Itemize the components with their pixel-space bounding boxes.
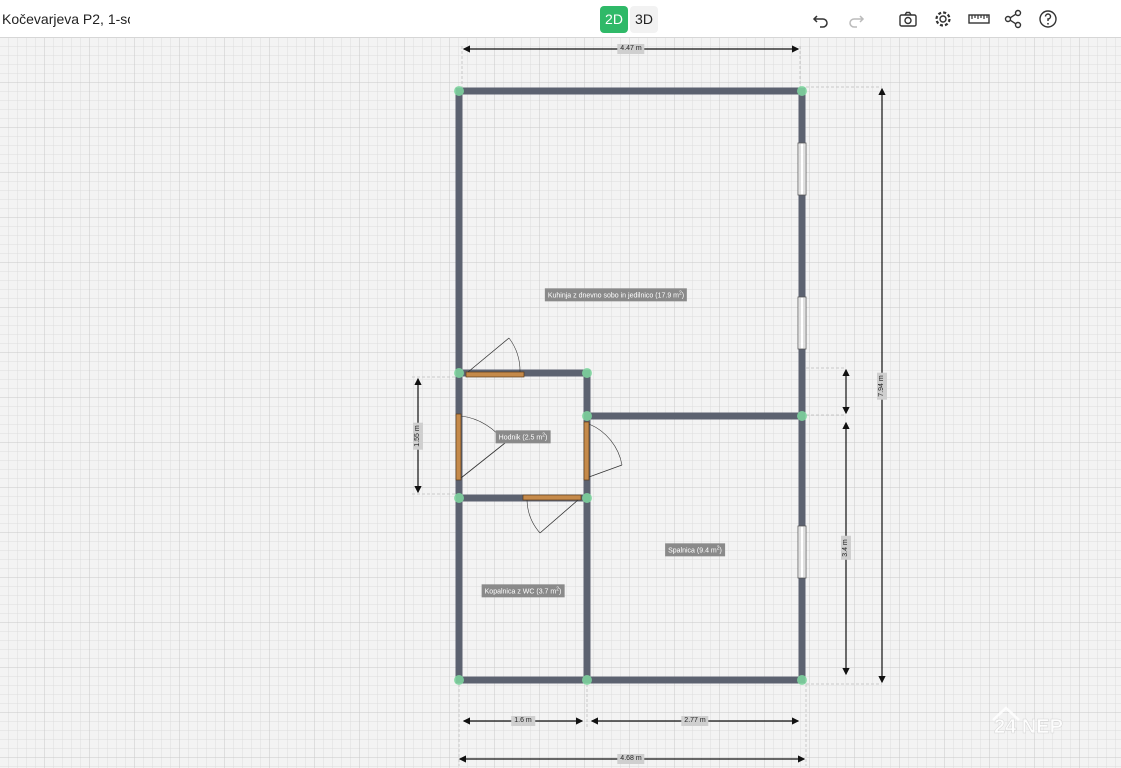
dim-bottom-right: 2.77 m	[681, 716, 709, 726]
logo-text: 24 NEP	[994, 716, 1063, 738]
camera-icon[interactable]	[897, 8, 919, 30]
room-label-kitchen[interactable]: Kuhinja z dnevno sobo in jedilnico (17.9…	[544, 288, 688, 302]
help-icon[interactable]	[1037, 8, 1059, 30]
dim-bottom-left: 1.6 m	[511, 716, 535, 726]
share-icon[interactable]	[1002, 8, 1024, 30]
window-2	[797, 296, 807, 350]
floorplan-canvas[interactable]: Kuhinja z dnevno sobo in jedilnico (17.9…	[0, 38, 1121, 768]
mode-3d-button[interactable]: 3D	[630, 6, 658, 33]
floorplan-svg	[0, 38, 1121, 768]
mode-2d-button[interactable]: 2D	[600, 6, 628, 33]
dim-top-width: 4.47 m	[617, 44, 645, 54]
gear-icon[interactable]	[932, 8, 954, 30]
dim-bedroom-height: 3.4 m	[841, 536, 851, 560]
room-label-bedroom[interactable]: Spalnica (9.4 m2)	[665, 543, 725, 557]
room-label-bathroom[interactable]: Kopalnica z WC (3.7 m2)	[481, 584, 565, 598]
window-3	[797, 525, 807, 579]
dim-hall-height: 1.55 m	[413, 422, 423, 450]
top-toolbar: Kočevarjeva P2, 1-sobno 2D 3D	[0, 0, 1121, 38]
dim-bottom-total: 4.68 m	[617, 754, 645, 764]
ruler-icon[interactable]	[967, 8, 991, 30]
project-title[interactable]: Kočevarjeva P2, 1-sobno	[2, 11, 130, 27]
room-label-hallway[interactable]: Hodnik (2.5 m2)	[495, 430, 551, 444]
dim-total-height: 7.94 m	[877, 372, 887, 400]
undo-icon[interactable]	[810, 8, 832, 30]
brand-logo: 24 NEP	[990, 700, 1105, 740]
window-1	[797, 142, 807, 196]
redo-icon[interactable]	[845, 8, 867, 30]
grid-background	[0, 38, 1121, 768]
